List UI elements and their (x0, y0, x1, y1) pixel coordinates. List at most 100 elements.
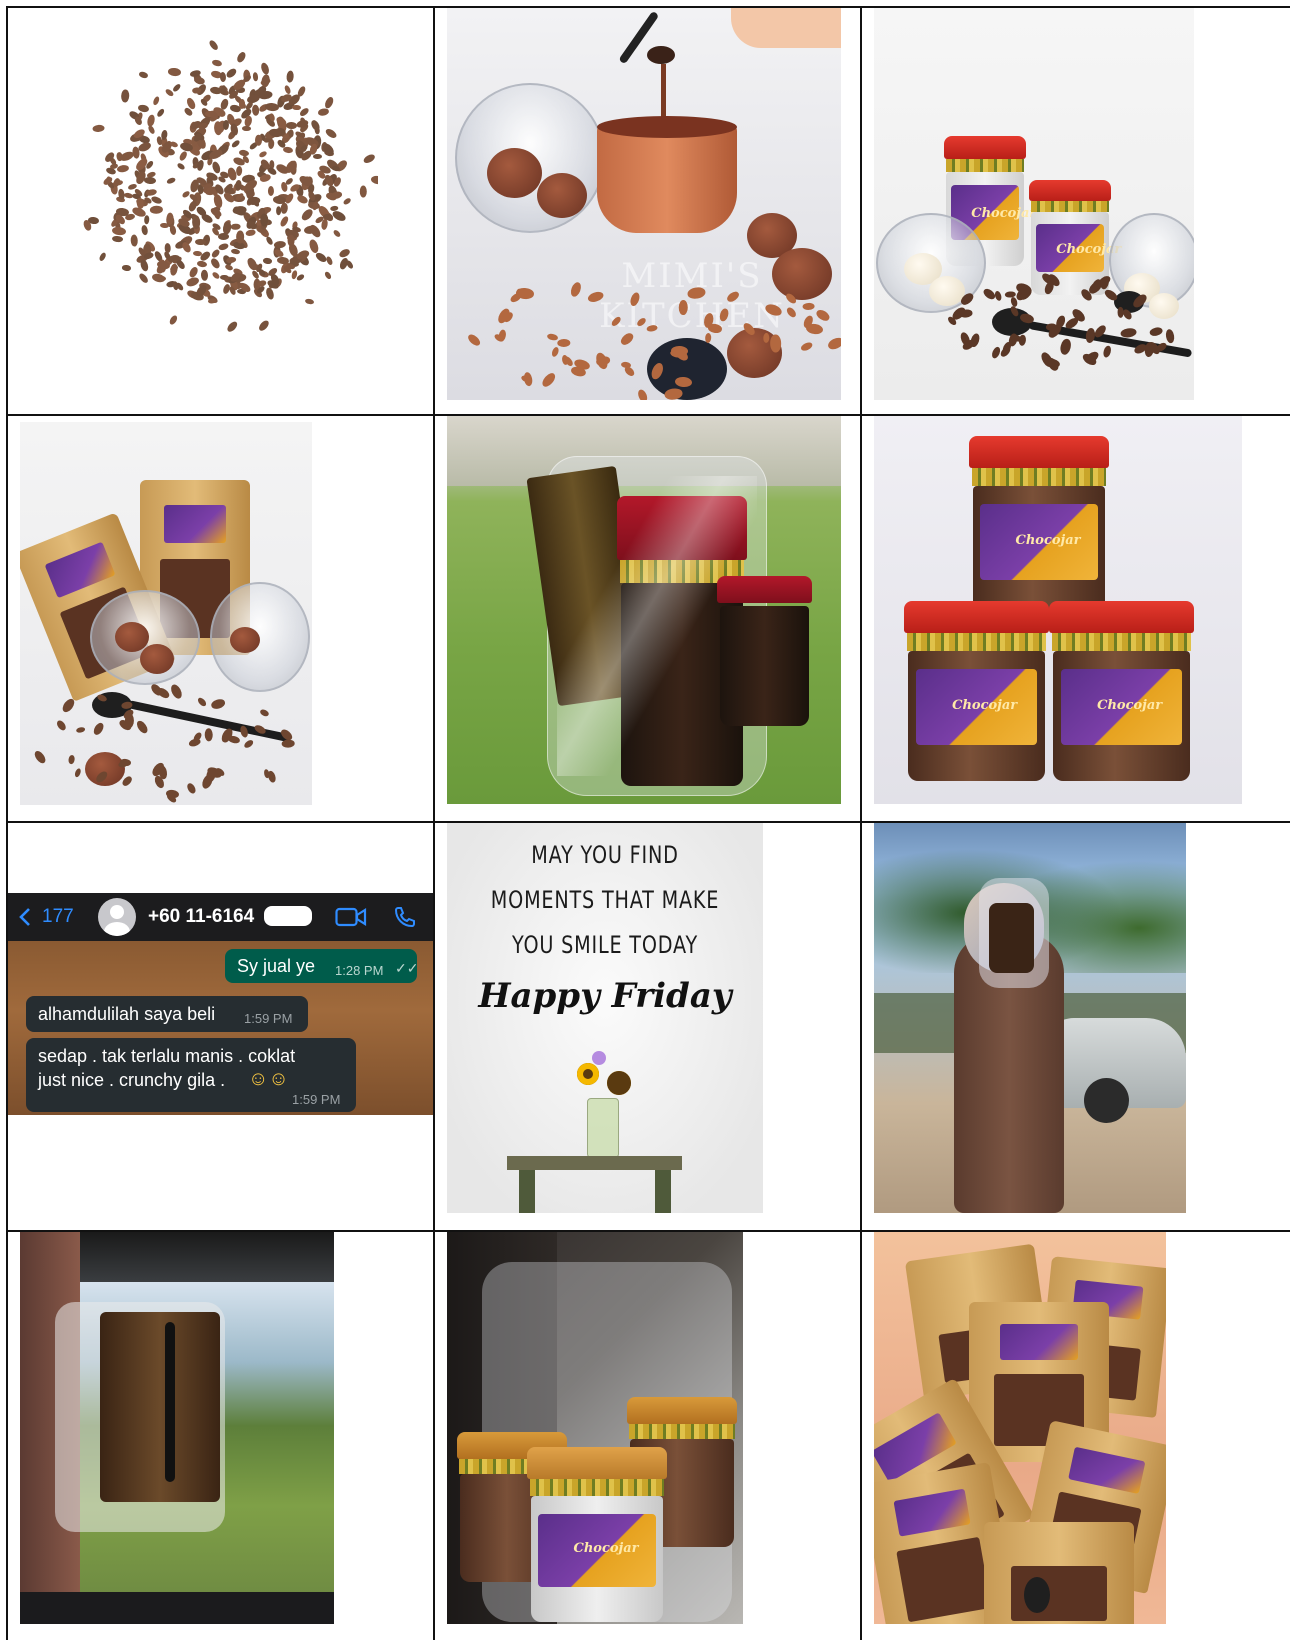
chocolate-bean (204, 727, 213, 742)
chocolate-bean (281, 739, 295, 748)
chocolate-bean (968, 331, 981, 348)
photo-cell-woman-holding-bag (862, 823, 1290, 1232)
chocolate-bean (55, 718, 68, 732)
chocolate-bean (116, 164, 130, 174)
chocolate-bean (96, 693, 109, 703)
chocolate-bean (707, 323, 723, 335)
chocolate-bean (192, 730, 204, 743)
double-check-icon: ✓✓ (395, 960, 419, 976)
chocolate-bean (466, 332, 483, 348)
chocolate-bean (242, 125, 252, 132)
chocolate-bean (317, 108, 330, 117)
photo-cell-chocojar-jars-with-bowls: Chocojar Chocojar (862, 8, 1290, 416)
chocolate-bean (259, 61, 271, 76)
chocolate-bean (686, 286, 706, 301)
chocolate-bean (151, 95, 160, 106)
chocolate-bean (636, 388, 650, 400)
quote-line-2: MOMENTS THAT MAKE (490, 886, 720, 914)
chocolate-bean (138, 71, 149, 80)
chocolate-bean (143, 176, 156, 185)
photo-cell-chocolate-beans (8, 8, 435, 416)
chocolate-bean (218, 243, 229, 252)
chocolate-bean (288, 159, 298, 173)
chocolate-bean (129, 234, 138, 247)
stacked-chocojar-jars-photo: Chocojar Chocojar Chocojar (874, 416, 1242, 804)
chocolate-bean (169, 682, 185, 700)
chocolate-bean (568, 280, 583, 298)
chocolate-bean (358, 185, 367, 198)
chocolate-bean (649, 361, 666, 381)
chocolate-bean (97, 251, 107, 263)
chocolate-bean (166, 176, 177, 185)
chocolate-bean (147, 124, 156, 135)
chocolate-bean (196, 696, 209, 708)
chocolate-bean (304, 297, 315, 305)
back-count[interactable]: 177 (42, 906, 74, 928)
chocolate-bean (137, 272, 150, 285)
chocolate-bean (629, 291, 642, 308)
chocolate-bean (785, 306, 798, 320)
chocolate-bean (362, 153, 377, 166)
chocolate-bean (117, 760, 129, 769)
chocolate-bean (764, 301, 784, 318)
chocolate-bean (586, 290, 605, 304)
chocolate-bean (635, 316, 648, 328)
received-message-bubble-2[interactable]: sedap . tak terlalu manis . coklat just … (26, 1038, 356, 1112)
chocolate-bean (959, 291, 976, 308)
received-message-bubble-1[interactable]: alhamdulilah saya beli 1:59 PM (26, 996, 308, 1032)
chocolate-bean (169, 224, 177, 236)
photo-cell-bag-through-car-window (8, 1232, 435, 1640)
video-call-icon[interactable] (335, 907, 367, 927)
chocolate-bean (1018, 334, 1027, 346)
chocolate-bean (814, 307, 832, 323)
bag-with-jars-in-car-photo: Chocojar (447, 1232, 743, 1624)
chocolate-bean (155, 107, 166, 118)
chocolate-bean (264, 102, 279, 112)
happy-friday-card: MAY YOU FIND MOMENTS THAT MAKE YOU SMILE… (447, 823, 763, 1213)
chocolate-bean (278, 214, 290, 228)
chocolate-bean (272, 194, 287, 205)
chocolate-bean (164, 242, 171, 253)
contact-number[interactable]: +60 11-6164 (148, 906, 254, 928)
chocolate-bean (264, 287, 275, 301)
back-chevron-icon[interactable] (18, 907, 32, 927)
chocolate-bean (238, 724, 249, 738)
chocolate-bean (230, 248, 240, 256)
chocolate-bean (235, 165, 243, 177)
chocolate-bean (211, 270, 221, 280)
chocolate-bean (121, 774, 134, 788)
chocolate-bean (282, 145, 294, 154)
chocolate-bean (805, 323, 825, 337)
chocolate-bean (112, 235, 124, 243)
chocolate-bean (562, 355, 575, 368)
chocolate-bean (726, 289, 741, 304)
chocolate-bean (185, 781, 198, 795)
chocolate-bean (217, 233, 230, 241)
photo-cell-bag-with-jars-in-car: Chocojar (435, 1232, 862, 1640)
chocolate-bean (150, 272, 166, 283)
chocolate-bean (168, 314, 179, 327)
chocolate-bean (222, 220, 232, 235)
chocolate-bean (324, 127, 339, 141)
chocolate-bean (618, 331, 635, 348)
avatar-icon (98, 898, 136, 936)
chocolate-bean (546, 332, 559, 342)
bag-through-car-window-photo (20, 1232, 334, 1624)
chocolate-bean (268, 186, 275, 197)
chocolate-bean (32, 749, 48, 766)
chocolate-bean (184, 276, 201, 289)
chocolate-bean (1165, 328, 1176, 344)
chocolate-bean (344, 259, 355, 271)
chocolate-bean (92, 721, 106, 737)
chocolate-bean (255, 135, 262, 147)
chocolate-bean (1054, 314, 1068, 330)
chocolate-bean (288, 129, 294, 138)
chocolate-bean (243, 738, 255, 749)
chocolate-bean (740, 320, 757, 338)
phone-icon[interactable] (393, 905, 417, 929)
chocolate-bean (1019, 312, 1036, 325)
chocolate-bean (257, 150, 268, 159)
chocolate-bean (196, 260, 208, 268)
sent-message-bubble[interactable]: Sy jual ye 1:28 PM ✓✓ (225, 949, 419, 983)
chocolate-bean (313, 154, 322, 160)
